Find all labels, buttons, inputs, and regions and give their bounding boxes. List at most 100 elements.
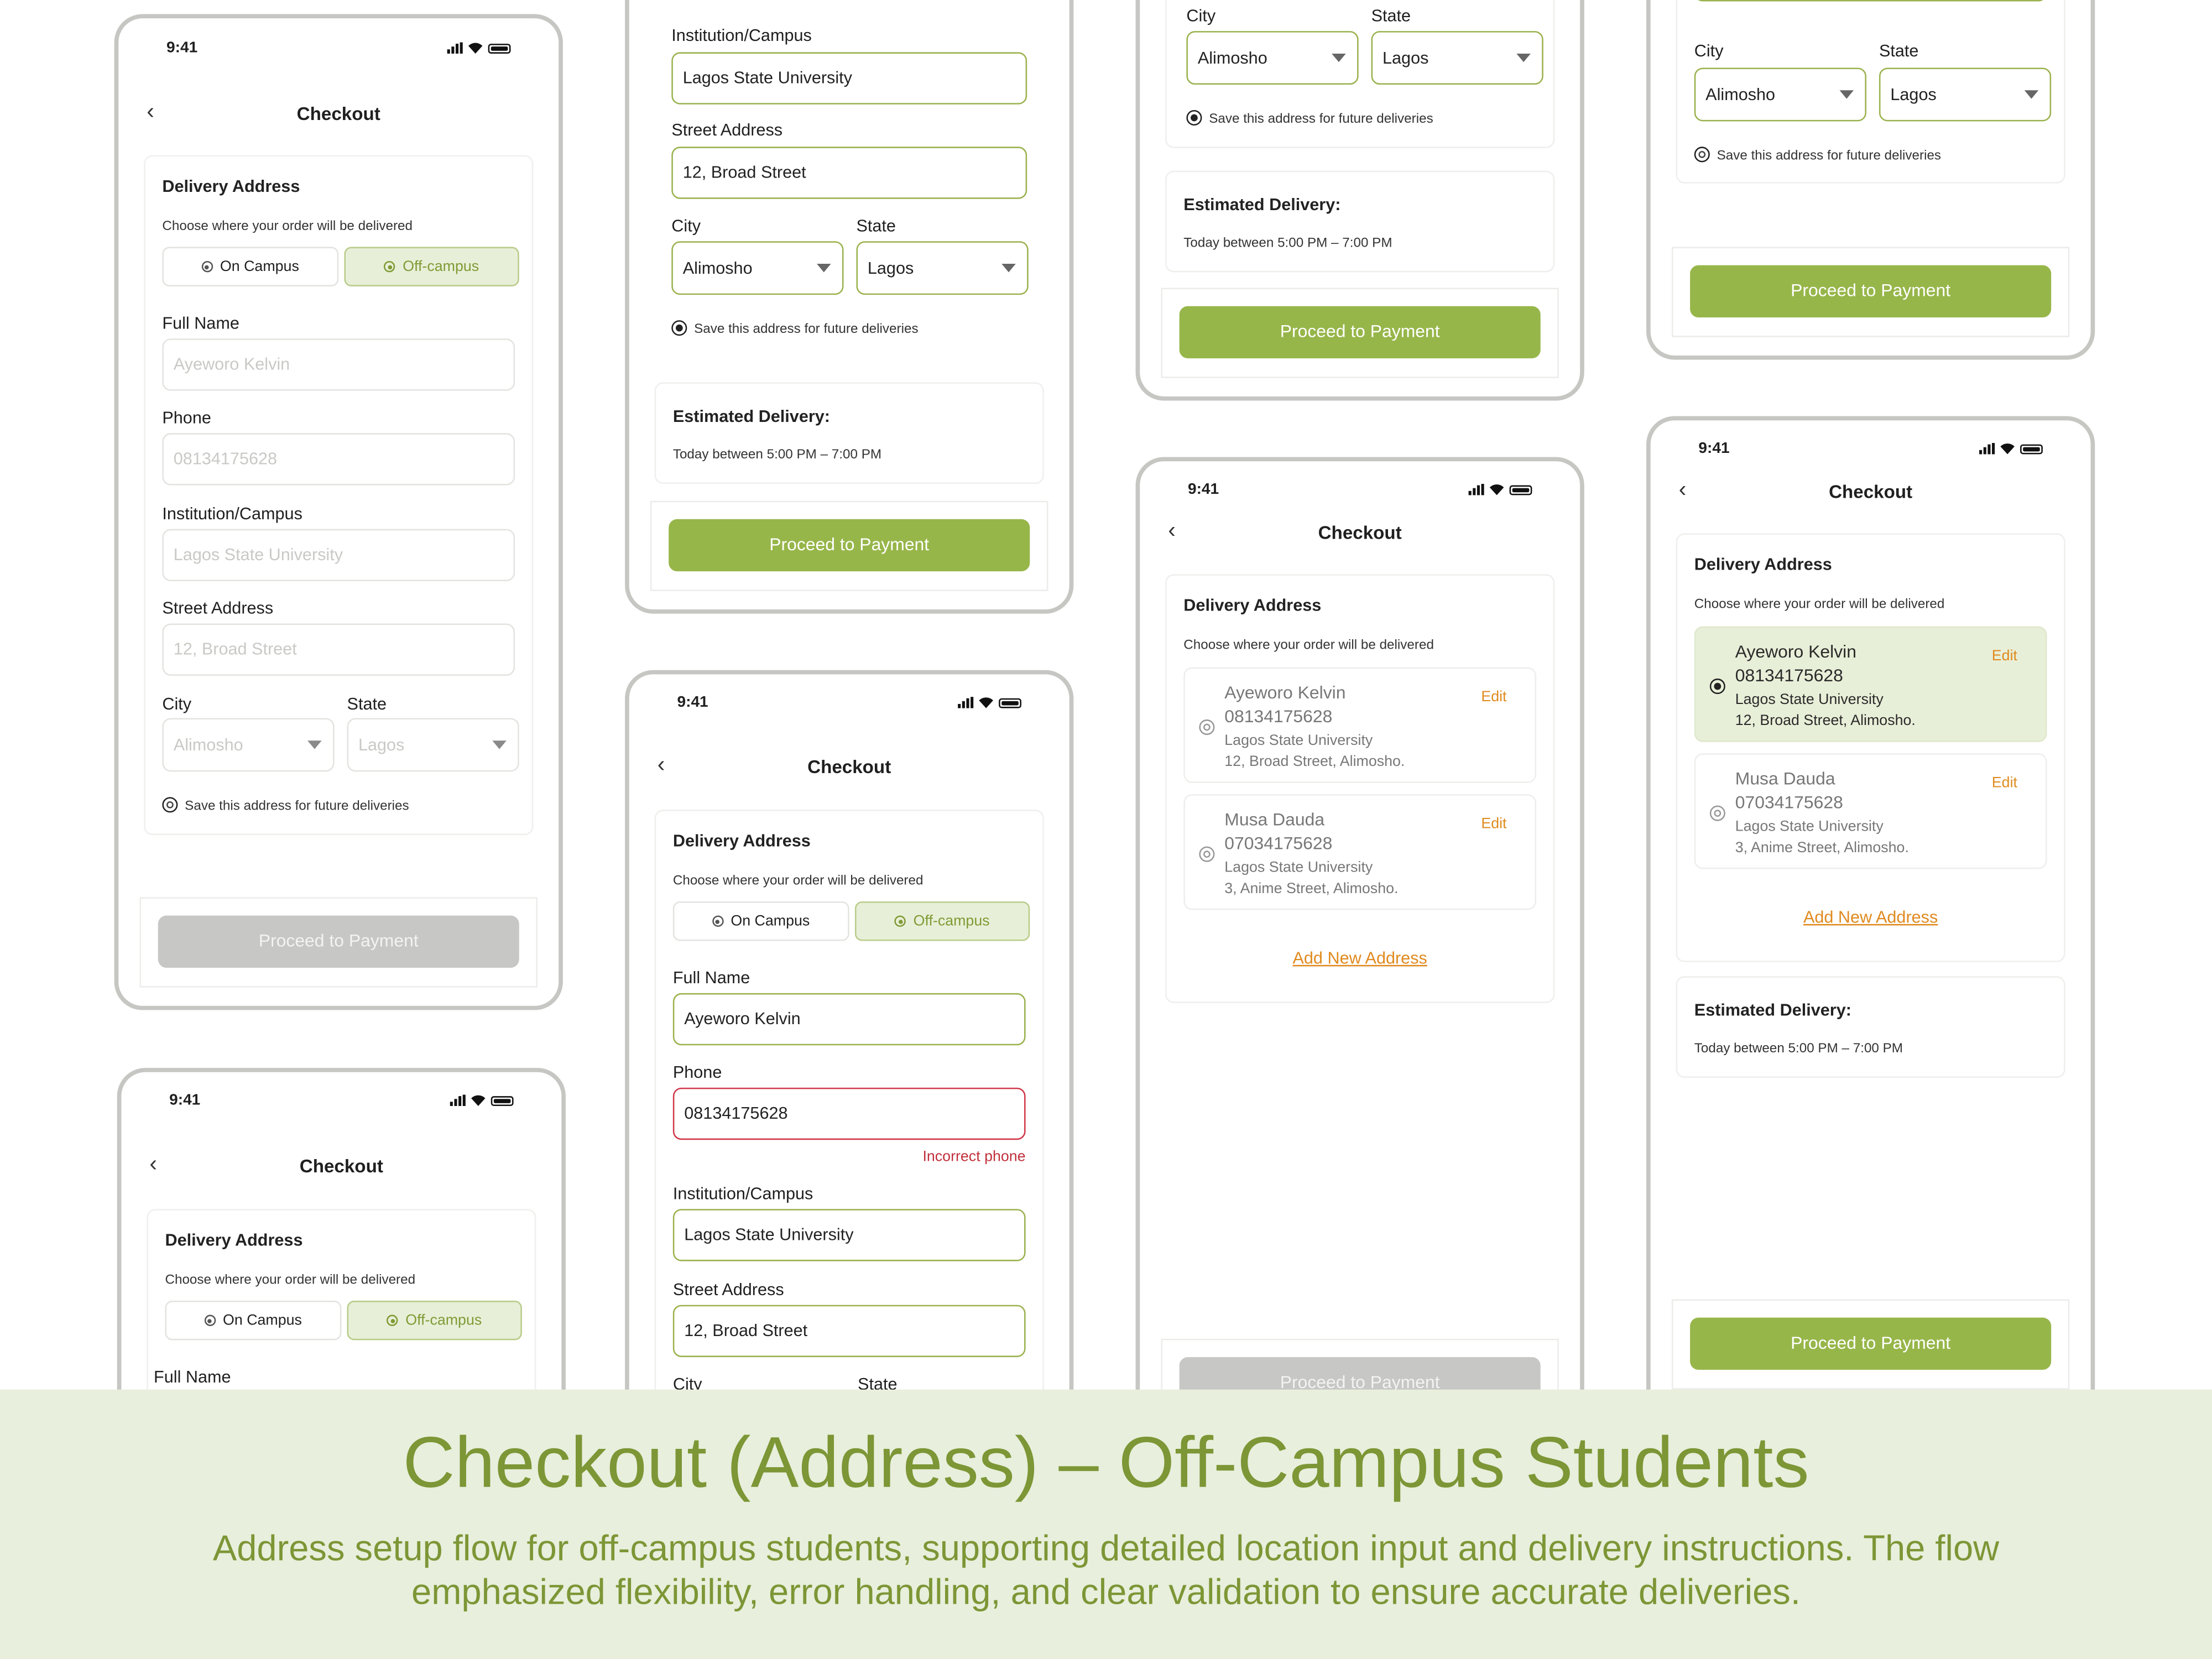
status-bar: 9:41 — [1651, 440, 2091, 460]
saved-address-card[interactable]: Ayeworo Kelvin 08134175628 Lagos State U… — [1183, 667, 1537, 783]
institution-label: Institution/Campus — [162, 503, 302, 524]
state-label: State — [1371, 6, 1411, 25]
phone-address-selected: 9:41 ‹ Checkout Delivery Address Choose … — [1646, 416, 2095, 1460]
status-bar: 9:41 — [121, 1092, 561, 1112]
city-select[interactable]: Alimosho — [1694, 67, 1866, 122]
proceed-button[interactable]: Proceed to Payment — [1690, 265, 2052, 317]
save-address-option[interactable]: Save this address for future deliveries — [162, 797, 409, 814]
nav-bar: ‹ Checkout — [121, 1152, 561, 1181]
street-field[interactable]: 12, Broad Street — [162, 623, 515, 676]
save-address-option[interactable]: Save this address for future deliveries — [1186, 109, 1433, 127]
address-institution: Lagos State University — [1224, 732, 1373, 749]
radio-icon — [387, 1314, 399, 1326]
estimated-text: Today between 5:00 PM – 7:00 PM — [1694, 1041, 1903, 1057]
save-address-option[interactable]: Save this address for future deliveries — [671, 320, 919, 337]
address-institution: Lagos State University — [1735, 691, 1884, 708]
radio-icon — [1709, 805, 1725, 821]
full-name-field[interactable]: Ayeworo Kelvin — [672, 993, 1026, 1046]
proceed-button[interactable]: Proceed to Payment — [158, 915, 519, 968]
off-campus-toggle[interactable]: Off-campus — [344, 247, 519, 286]
state-value: Lagos — [1382, 48, 1429, 68]
state-select[interactable]: Lagos — [1371, 31, 1543, 85]
street-field[interactable]: 12, Broad Street — [1694, 0, 2047, 2]
footer-bar: Proceed to Payment — [139, 897, 538, 988]
delivery-card: Delivery Address Choose where your order… — [654, 810, 1044, 1456]
chevron-down-icon — [2024, 90, 2039, 99]
state-value: Lagos — [867, 258, 914, 278]
delivery-heading: Delivery Address — [165, 1230, 303, 1250]
delivery-sub: Choose where your order will be delivere… — [1183, 638, 1434, 654]
estimated-delivery-card: Estimated Delivery: Today between 5:00 P… — [1676, 976, 2065, 1078]
proceed-button[interactable]: Proceed to Payment — [1179, 306, 1541, 358]
wifi-icon — [2000, 444, 2015, 455]
address-institution: Lagos State University — [1735, 818, 1884, 836]
wifi-icon — [468, 43, 483, 54]
battery-icon — [999, 697, 1021, 708]
city-label: City — [162, 694, 192, 714]
on-campus-toggle[interactable]: On Campus — [162, 247, 339, 286]
chevron-down-icon — [1001, 264, 1016, 273]
add-new-address-link[interactable]: Add New Address — [1677, 907, 2064, 927]
estimated-text: Today between 5:00 PM – 7:00 PM — [672, 447, 882, 463]
save-address-label: Save this address for future deliveries — [185, 798, 409, 814]
edit-link[interactable]: Edit — [1992, 775, 2017, 792]
phone-saved-addresses: 9:41 ‹ Checkout Delivery Address Choose … — [1135, 457, 1584, 1445]
status-time: 9:41 — [677, 694, 708, 711]
address-name: Musa Dauda — [1224, 810, 1325, 830]
off-campus-toggle[interactable]: Off-campus — [854, 901, 1030, 941]
delivery-sub: Choose where your order will be delivere… — [165, 1272, 416, 1288]
street-field[interactable]: 12, Broad Street — [672, 1305, 1026, 1358]
state-select[interactable]: Lagos — [1879, 67, 2052, 122]
institution-label: Institution/Campus — [671, 25, 812, 45]
canvas: 9:41 ‹ Checkout Delivery Address Choose … — [0, 0, 2212, 1659]
address-phone: 07034175628 — [1224, 833, 1333, 854]
city-label: City — [1694, 40, 1724, 61]
edit-link[interactable]: Edit — [1481, 688, 1506, 706]
page-title: Checkout — [1829, 481, 1913, 503]
saved-address-card-selected[interactable]: Ayeworo Kelvin 08134175628 Lagos State U… — [1694, 626, 2047, 742]
toggle-label: Off-campus — [403, 258, 479, 275]
proceed-button[interactable]: Proceed to Payment — [1690, 1317, 2052, 1370]
street-label: Street Address — [162, 598, 274, 618]
signal-icon — [447, 42, 463, 54]
city-select[interactable]: Alimosho — [1186, 31, 1359, 85]
estimated-heading: Estimated Delivery: — [1694, 1000, 1851, 1020]
state-select[interactable]: Lagos — [347, 718, 519, 772]
estimated-delivery-card: Estimated Delivery: Today between 5:00 P… — [1165, 170, 1555, 273]
edit-link[interactable]: Edit — [1992, 648, 2017, 665]
chevron-down-icon — [492, 740, 507, 749]
toggle-label: On Campus — [220, 258, 299, 275]
phone-field[interactable]: 08134175628 — [162, 433, 515, 486]
address-name: Musa Dauda — [1735, 769, 1835, 789]
status-time: 9:41 — [166, 39, 198, 57]
footer-bar: Proceed to Payment — [1671, 1299, 2070, 1390]
banner-subtitle: Address setup flow for off-campus studen… — [212, 1529, 2000, 1613]
state-value: Lagos — [358, 735, 405, 755]
institution-field[interactable]: Lagos State University — [162, 529, 515, 582]
on-campus-toggle[interactable]: On Campus — [165, 1301, 342, 1340]
edit-link[interactable]: Edit — [1481, 815, 1506, 832]
toggle-label: Off-campus — [405, 1312, 482, 1329]
off-campus-toggle[interactable]: Off-campus — [347, 1301, 522, 1340]
street-field[interactable]: 12, Broad Street — [671, 147, 1027, 199]
saved-address-card[interactable]: Musa Dauda 07034175628 Lagos State Unive… — [1183, 794, 1537, 910]
battery-icon — [491, 1095, 514, 1105]
caption-banner: Checkout (Address) – Off-Campus Students… — [0, 1389, 2212, 1659]
nav-bar: ‹ Checkout — [1140, 519, 1580, 547]
add-new-address-link[interactable]: Add New Address — [1167, 948, 1553, 968]
full-name-field[interactable]: Ayeworo Kelvin — [162, 338, 515, 391]
institution-field[interactable]: Lagos State University — [672, 1209, 1026, 1261]
phone-form-top: 12, Broad Street City State Alimosho Lag… — [1646, 0, 2095, 360]
delivery-card: Delivery Address Choose where your order… — [1165, 574, 1555, 1003]
state-select[interactable]: Lagos — [856, 241, 1029, 295]
radio-icon — [204, 1314, 216, 1326]
saved-address-card[interactable]: Musa Dauda 07034175628 Lagos State Unive… — [1694, 753, 2047, 869]
on-campus-toggle[interactable]: On Campus — [672, 901, 849, 941]
save-address-option[interactable]: Save this address for future deliveries — [1694, 147, 1941, 164]
institution-field[interactable]: Lagos State University — [671, 52, 1027, 105]
proceed-button[interactable]: Proceed to Payment — [669, 519, 1030, 572]
city-select[interactable]: Alimosho — [671, 241, 844, 295]
radio-icon — [1199, 719, 1215, 735]
phone-field[interactable]: 08134175628 — [672, 1087, 1026, 1140]
city-select[interactable]: Alimosho — [162, 718, 335, 772]
